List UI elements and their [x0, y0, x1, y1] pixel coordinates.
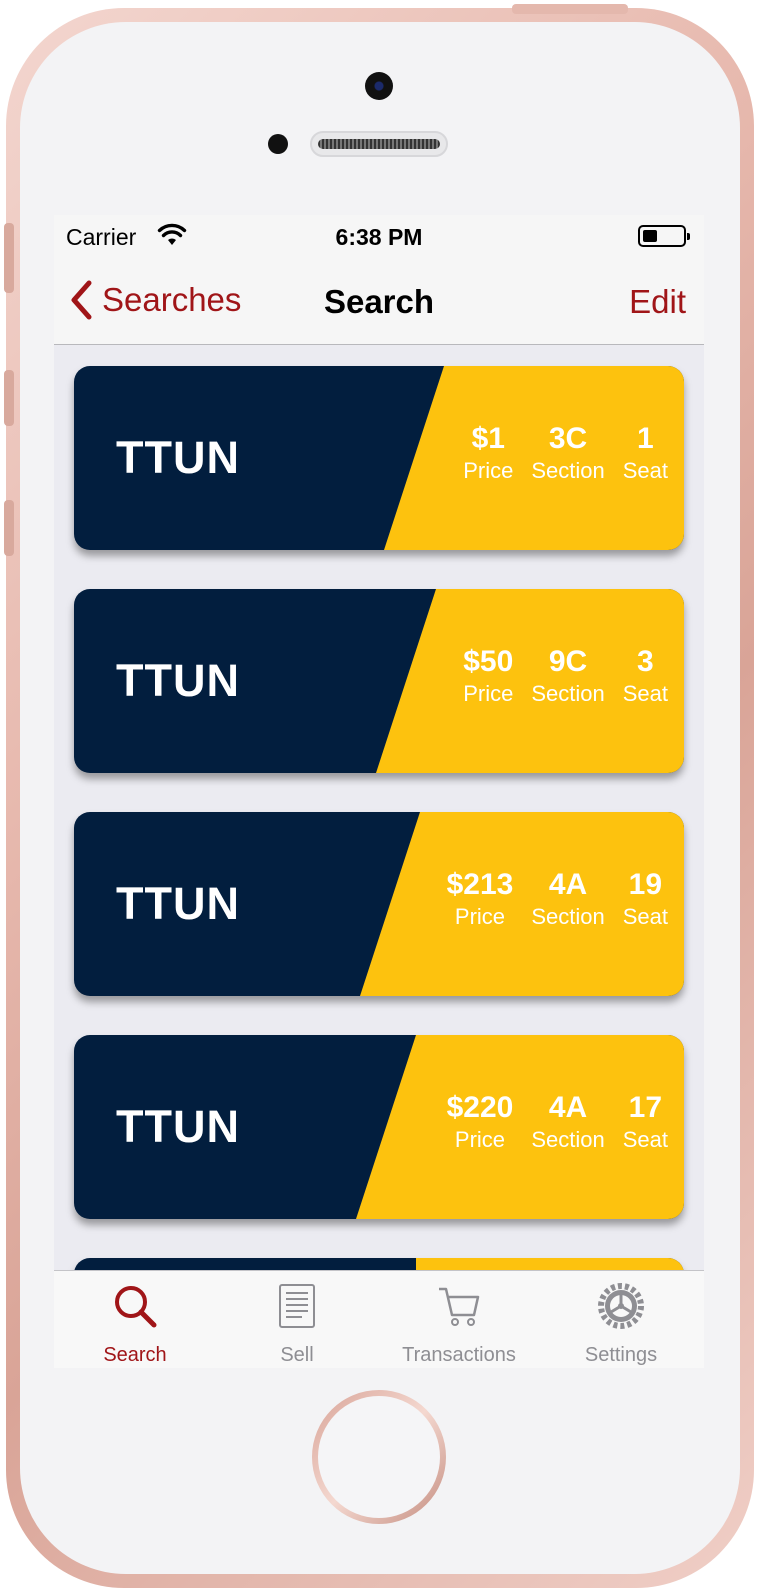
seat-stat: 19 Seat: [623, 868, 668, 932]
section-value: 4A: [548, 868, 588, 901]
ticket-card[interactable]: TTUN $213 Price 4A Section 19 Seat: [74, 812, 684, 996]
cart-icon: [439, 1287, 480, 1326]
tab-transactions[interactable]: Transactions: [378, 1271, 540, 1368]
ticket-stats: $1 Price 3C Section 1 Seat: [463, 422, 668, 486]
search-icon: [115, 1286, 157, 1328]
team-name: TTUN: [116, 1101, 240, 1152]
status-bar: Carrier 6:38 PM: [54, 215, 704, 259]
ticket-stats: $220 Price 4A Section 17 Seat: [447, 1091, 668, 1155]
seat-value: 3: [637, 645, 654, 678]
earpiece-speaker: [310, 131, 448, 157]
tab-label-search: Search: [103, 1344, 167, 1366]
price-label: Price: [463, 681, 514, 706]
section-label: Section: [531, 458, 605, 483]
ticket-card[interactable]: TTUN $1 Price 3C Section 1 Seat: [74, 366, 684, 550]
seat-stat: 1 Seat: [623, 422, 668, 486]
price-value: $50: [463, 645, 514, 678]
section-stat: 4A Section: [531, 868, 604, 932]
edit-button[interactable]: Edit: [629, 283, 686, 321]
seat-label: Seat: [622, 681, 668, 706]
section-value: 9C: [548, 645, 588, 678]
section-stat: 9C Section: [531, 645, 604, 709]
seat-value: 17: [628, 1091, 663, 1124]
seat-label: Seat: [622, 458, 668, 483]
mute-switch: [4, 223, 14, 293]
gear-icon: [598, 1283, 644, 1329]
ticket-card-partial[interactable]: [74, 1258, 684, 1270]
team-name: TTUN: [116, 432, 240, 483]
section-label: Section: [531, 904, 605, 929]
tab-bar: Search Sell Transactions Settings: [54, 1270, 704, 1368]
price-stat: $50 Price: [463, 645, 513, 709]
seat-label: Seat: [622, 904, 668, 929]
price-value: $213: [446, 868, 514, 901]
document-icon: [279, 1284, 315, 1328]
ticket-stats: $50 Price 9C Section 3 Seat: [463, 645, 668, 709]
power-button: [512, 4, 628, 14]
section-value: 4A: [548, 1091, 588, 1124]
front-camera: [365, 72, 393, 100]
proximity-sensor: [268, 134, 288, 154]
team-name: TTUN: [116, 878, 240, 929]
section-label: Section: [531, 1127, 605, 1152]
tab-label-settings: Settings: [584, 1344, 658, 1366]
ticket-card[interactable]: TTUN $220 Price 4A Section 17 Seat: [74, 1035, 684, 1219]
seat-value: 19: [628, 868, 663, 901]
section-label: Section: [531, 681, 605, 706]
team-name: TTUN: [116, 655, 240, 706]
section-value: 3C: [548, 422, 588, 455]
tab-search[interactable]: Search: [54, 1271, 216, 1368]
tab-label-sell: Sell: [280, 1344, 314, 1366]
price-stat: $1 Price: [463, 422, 513, 486]
seat-value: 1: [637, 422, 654, 455]
price-value: $220: [446, 1091, 514, 1124]
card-gold-panel: [416, 1258, 684, 1270]
ticket-list[interactable]: TTUN $1 Price 3C Section 1 Seat TTUN $50 Pri…: [54, 346, 704, 1270]
price-label: Price: [454, 1127, 506, 1152]
volume-up-button: [4, 370, 14, 426]
navigation-bar: Searches Search Edit: [54, 259, 704, 345]
tab-label-transactions: Transactions: [402, 1344, 516, 1366]
ticket-card[interactable]: TTUN $50 Price 9C Section 3 Seat: [74, 589, 684, 773]
price-stat: $220 Price: [447, 1091, 514, 1155]
status-time: 6:38 PM: [335, 224, 423, 250]
section-stat: 3C Section: [531, 422, 604, 486]
price-label: Price: [463, 458, 514, 483]
tab-settings[interactable]: Settings: [540, 1271, 702, 1368]
battery-icon: [638, 225, 690, 247]
volume-down-button: [4, 500, 14, 556]
page-title: Search: [323, 283, 435, 320]
app-screen: Carrier 6:38 PM Searches Search Edit TTU…: [54, 215, 704, 1368]
price-value: $1: [471, 422, 505, 455]
ticket-stats: $213 Price 4A Section 19 Seat: [447, 868, 668, 932]
seat-label: Seat: [622, 1127, 668, 1152]
seat-stat: 17 Seat: [623, 1091, 668, 1155]
section-stat: 4A Section: [531, 1091, 604, 1155]
tab-sell[interactable]: Sell: [216, 1271, 378, 1368]
price-label: Price: [454, 904, 506, 929]
home-button[interactable]: [312, 1390, 446, 1524]
seat-stat: 3 Seat: [623, 645, 668, 709]
price-stat: $213 Price: [447, 868, 514, 932]
